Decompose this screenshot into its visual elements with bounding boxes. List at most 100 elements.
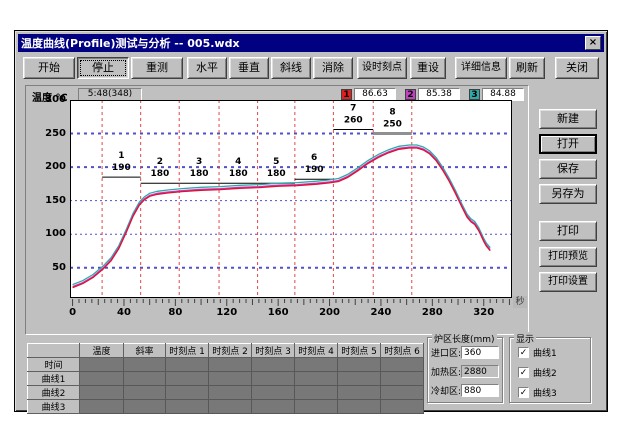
col-header-slope: 斜率	[124, 344, 166, 358]
table-row-curve1: 曲线1	[28, 372, 424, 386]
x-tick-label: 320	[471, 307, 497, 318]
col-header-tp6: 时刻点 6	[381, 344, 424, 358]
table-cell	[209, 400, 252, 414]
table-cell	[124, 358, 166, 372]
zone-number: 7	[350, 104, 356, 114]
table-cell	[124, 400, 166, 414]
table-cell	[295, 386, 338, 400]
x-unit-label: 秒	[513, 296, 527, 308]
slant-line-button[interactable]: 斜线	[271, 57, 311, 79]
table-cell	[80, 400, 124, 414]
retest-button[interactable]: 重测	[131, 57, 183, 79]
col-header-tp5: 时刻点 5	[338, 344, 381, 358]
save-button[interactable]: 保存	[539, 159, 597, 179]
cooling-zone-label: 冷却区:	[431, 384, 461, 397]
table-cell	[295, 358, 338, 372]
table-cell	[338, 386, 381, 400]
zone-setpoint: 180	[229, 169, 248, 179]
table-cell	[209, 358, 252, 372]
table-cell	[381, 372, 424, 386]
x-axis-ruler	[70, 299, 512, 307]
zone-setpoint: 250	[383, 120, 402, 130]
table-cell	[166, 358, 209, 372]
checked-icon: ✓	[518, 387, 529, 398]
table-cell	[166, 372, 209, 386]
curve2-checkbox[interactable]: ✓ 曲线2	[518, 366, 557, 379]
table-cell	[166, 386, 209, 400]
col-header-tp1: 时刻点 1	[166, 344, 209, 358]
zone-number: 8	[389, 108, 395, 118]
table-cell	[381, 358, 424, 372]
erase-button[interactable]: 消除	[313, 57, 353, 79]
table-cell	[80, 386, 124, 400]
print-button[interactable]: 打印	[539, 221, 597, 241]
table-cell	[295, 372, 338, 386]
desktop: 温度曲线(Profile)测试与分析 -- 005.wdx × 开始 停止 重测…	[0, 0, 621, 438]
zone-setpoint: 190	[112, 163, 131, 173]
inlet-zone-label: 进口区:	[431, 346, 461, 359]
zone-setpoint: 180	[267, 169, 286, 179]
cooling-zone-input[interactable]	[461, 384, 499, 397]
close-icon: ×	[589, 37, 597, 48]
app-window: 温度曲线(Profile)测试与分析 -- 005.wdx × 开始 停止 重测…	[14, 30, 608, 412]
reset-button[interactable]: 重设	[410, 57, 446, 79]
table-row-time: 时间	[28, 358, 424, 372]
display-group: 显示 ✓ 曲线1 ✓ 曲线2 ✓ 曲线3	[509, 337, 591, 403]
horizontal-line-button[interactable]: 水平	[187, 57, 227, 79]
window-title: 温度曲线(Profile)测试与分析 -- 005.wdx	[21, 35, 585, 51]
table-cell	[338, 400, 381, 414]
x-tick-label: 240	[368, 307, 394, 318]
zone-number: 5	[273, 157, 279, 167]
start-button[interactable]: 开始	[23, 57, 75, 79]
checked-icon: ✓	[518, 347, 529, 358]
x-tick-label: 40	[111, 307, 137, 318]
new-button[interactable]: 新建	[539, 109, 597, 129]
plot-frame	[71, 101, 512, 298]
table-cell	[124, 386, 166, 400]
y-tick-label: 50	[28, 262, 66, 273]
close-button[interactable]: 关闭	[555, 57, 599, 79]
col-header	[28, 344, 80, 358]
heating-zone-input[interactable]	[461, 365, 499, 378]
table-cell	[80, 372, 124, 386]
y-tick-label: 100	[28, 228, 66, 239]
channel-3-swatch: 3	[469, 89, 480, 100]
curve1-checkbox[interactable]: ✓ 曲线1	[518, 346, 557, 359]
close-window-button[interactable]: ×	[585, 36, 601, 50]
furnace-zone-group: 炉区长度(mm) 进口区: 加热区: 冷却区:	[427, 337, 503, 403]
col-header-tp4: 时刻点 4	[295, 344, 338, 358]
stop-button[interactable]: 停止	[77, 57, 129, 79]
table-cell	[338, 372, 381, 386]
heating-zone-label: 加热区:	[431, 365, 461, 378]
zone-setpoint: 180	[151, 169, 170, 179]
table-cell	[381, 400, 424, 414]
plot-area: 11902180318041805180619072608250	[70, 100, 512, 298]
set-time-point-button[interactable]: 设时刻点	[357, 57, 407, 79]
table-row-curve2: 曲线2	[28, 386, 424, 400]
zone-number: 4	[235, 157, 241, 167]
zone-number: 3	[196, 157, 202, 167]
table-cell	[252, 372, 295, 386]
save-as-button[interactable]: 另存为	[539, 184, 597, 204]
zone-number: 6	[311, 153, 317, 163]
refresh-button[interactable]: 刷新	[509, 57, 545, 79]
measurement-table: 温度 斜率 时刻点 1 时刻点 2 时刻点 3 时刻点 4 时刻点 5 时刻点 …	[27, 343, 424, 414]
vertical-line-button[interactable]: 垂直	[229, 57, 269, 79]
table-cell	[166, 400, 209, 414]
col-header-tp2: 时刻点 2	[209, 344, 252, 358]
col-header-tp3: 时刻点 3	[252, 344, 295, 358]
x-tick-label: 80	[162, 307, 188, 318]
print-setup-button[interactable]: 打印设置	[539, 272, 597, 292]
curve3-checkbox-label: 曲线3	[533, 386, 557, 399]
x-tick-label: 120	[214, 307, 240, 318]
inlet-zone-input[interactable]	[461, 346, 499, 359]
row-label-curve1: 曲线1	[28, 372, 80, 386]
channel-2-swatch: 2	[405, 89, 416, 100]
open-button[interactable]: 打开	[539, 134, 597, 154]
table-cell	[209, 372, 252, 386]
print-preview-button[interactable]: 打印预览	[539, 247, 597, 267]
details-button[interactable]: 详细信息	[455, 57, 507, 79]
table-header-row: 温度 斜率 时刻点 1 时刻点 2 时刻点 3 时刻点 4 时刻点 5 时刻点 …	[28, 344, 424, 358]
x-tick-label: 200	[317, 307, 343, 318]
curve3-checkbox[interactable]: ✓ 曲线3	[518, 386, 557, 399]
